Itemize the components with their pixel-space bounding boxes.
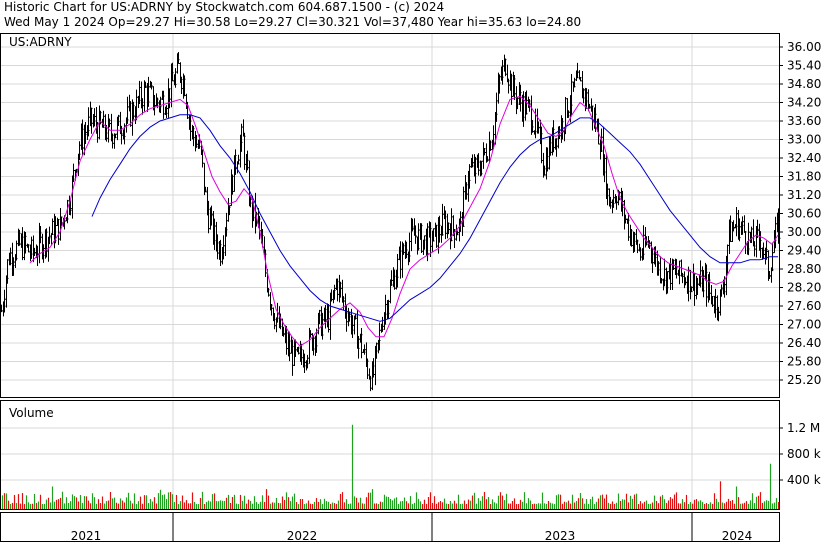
price-tick-label: 35.40 — [787, 59, 821, 73]
price-tick-label: 25.80 — [787, 355, 821, 369]
price-tick-label: 29.40 — [787, 244, 821, 258]
price-axis: 36.00 35.40 34.80 34.20 33.60 33.00 32.40 31.80… — [779, 40, 821, 387]
price-tick-label: 25.20 — [787, 373, 821, 387]
price-tick-label: 27.60 — [787, 299, 821, 313]
volume-tick-label: 1.2 M — [787, 421, 820, 435]
price-tick-label: 34.20 — [787, 96, 821, 110]
price-tick-label: 31.20 — [787, 188, 821, 202]
price-tick-label: 28.20 — [787, 281, 821, 295]
stock-chart: 36.00 35.40 34.80 34.20 33.60 33.00 32.40 31.80… — [0, 33, 821, 543]
price-tick-label: 36.00 — [787, 40, 821, 54]
volume-tick-label: 800 k — [787, 447, 821, 461]
price-tick-label: 33.60 — [787, 114, 821, 128]
volume-tick-label: 400 k — [787, 473, 821, 487]
price-tick-label: 34.80 — [787, 77, 821, 91]
year-label: 2021 — [71, 529, 102, 543]
year-label: 2024 — [722, 529, 753, 543]
price-tick-label: 26.40 — [787, 336, 821, 350]
year-label: 2023 — [545, 529, 576, 543]
year-label: 2022 — [287, 529, 318, 543]
price-panel-title: US:ADRNY — [9, 35, 72, 49]
volume-axis: 1.2 M 800 k 400 k — [779, 421, 821, 487]
price-tick-label: 32.40 — [787, 151, 821, 165]
price-tick-label: 30.00 — [787, 225, 821, 239]
price-tick-label: 28.80 — [787, 262, 821, 276]
volume-panel-title: Volume — [9, 406, 54, 420]
price-tick-label: 30.60 — [787, 207, 821, 221]
price-tick-label: 33.00 — [787, 133, 821, 147]
price-tick-label: 27.00 — [787, 318, 821, 332]
price-tick-label: 31.80 — [787, 170, 821, 184]
time-axis-frame — [0, 512, 780, 542]
volume-panel-frame — [0, 400, 780, 510]
